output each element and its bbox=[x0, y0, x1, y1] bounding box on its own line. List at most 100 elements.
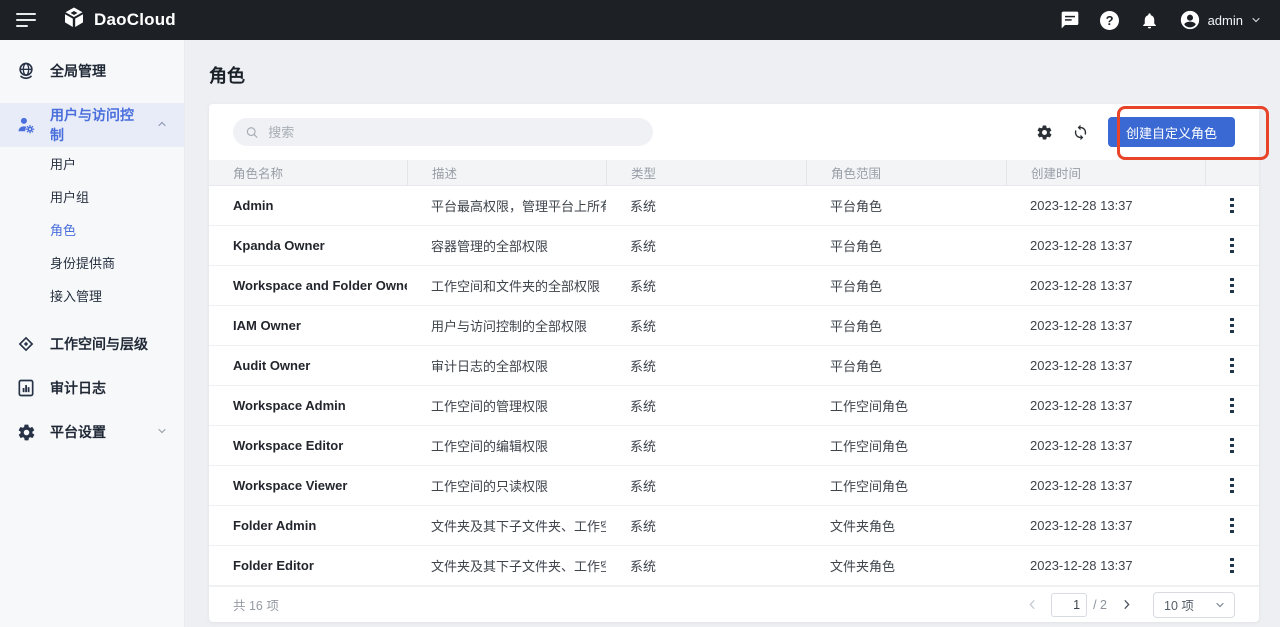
chevron-down-icon bbox=[1214, 599, 1226, 611]
menu-toggle-icon[interactable] bbox=[0, 0, 46, 40]
page-number-input[interactable] bbox=[1051, 593, 1087, 617]
row-actions-kebab-icon[interactable] bbox=[1224, 512, 1239, 539]
page-total-label: / 2 bbox=[1093, 598, 1107, 612]
table-row[interactable]: Workspace Editor 工作空间的编辑权限 系统 工作空间角色 202… bbox=[209, 426, 1259, 466]
user-gear-icon bbox=[16, 115, 36, 135]
cell-created: 2023-12-28 13:37 bbox=[1006, 386, 1205, 425]
cell-role-name: Workspace Editor bbox=[209, 426, 407, 465]
cell-description: 文件夹及其下子文件夹、工作空… bbox=[407, 506, 606, 545]
user-menu[interactable]: admin bbox=[1179, 9, 1262, 31]
page-size-value: 10 项 bbox=[1164, 595, 1194, 614]
column-header-type: 类型 bbox=[606, 160, 806, 185]
globe-icon bbox=[16, 61, 36, 81]
sidebar-item-user-groups[interactable]: 用户组 bbox=[0, 180, 184, 213]
user-name: admin bbox=[1208, 13, 1243, 28]
workspace-diamond-icon bbox=[16, 334, 36, 354]
cell-created: 2023-12-28 13:37 bbox=[1006, 226, 1205, 265]
cell-type: 系统 bbox=[606, 386, 806, 425]
column-header-scope: 角色范围 bbox=[806, 160, 1006, 185]
row-actions-kebab-icon[interactable] bbox=[1224, 472, 1239, 499]
row-actions-kebab-icon[interactable] bbox=[1224, 272, 1239, 299]
cell-scope: 文件夹角色 bbox=[806, 546, 1006, 585]
daocloud-logo-icon bbox=[62, 6, 86, 35]
cell-created: 2023-12-28 13:37 bbox=[1006, 426, 1205, 465]
row-actions-kebab-icon[interactable] bbox=[1224, 352, 1239, 379]
sidebar-item-platform-settings[interactable]: 平台设置 bbox=[0, 410, 184, 454]
cell-created: 2023-12-28 13:37 bbox=[1006, 466, 1205, 505]
cell-created: 2023-12-28 13:37 bbox=[1006, 306, 1205, 345]
search-box[interactable] bbox=[233, 118, 653, 146]
table-row[interactable]: Audit Owner 审计日志的全部权限 系统 平台角色 2023-12-28… bbox=[209, 346, 1259, 386]
cell-scope: 平台角色 bbox=[806, 226, 1006, 265]
cell-role-name: Workspace Admin bbox=[209, 386, 407, 425]
help-icon[interactable]: ? bbox=[1099, 9, 1121, 31]
column-header-created: 创建时间 bbox=[1006, 160, 1205, 185]
table-row[interactable]: Workspace Admin 工作空间的管理权限 系统 工作空间角色 2023… bbox=[209, 386, 1259, 426]
cell-description: 平台最高权限，管理平台上所有… bbox=[407, 186, 606, 225]
brand: DaoCloud bbox=[62, 6, 176, 35]
message-icon[interactable] bbox=[1059, 9, 1081, 31]
notification-bell-icon[interactable] bbox=[1139, 9, 1161, 31]
row-actions-kebab-icon[interactable] bbox=[1224, 552, 1239, 579]
cell-created: 2023-12-28 13:37 bbox=[1006, 546, 1205, 585]
cell-role-name: Kpanda Owner bbox=[209, 226, 407, 265]
table-row[interactable]: Workspace Viewer 工作空间的只读权限 系统 工作空间角色 202… bbox=[209, 466, 1259, 506]
column-header-description: 描述 bbox=[407, 160, 606, 185]
chevron-down-icon bbox=[156, 424, 168, 440]
next-page-icon[interactable] bbox=[1117, 596, 1135, 614]
cell-scope: 工作空间角色 bbox=[806, 426, 1006, 465]
cell-type: 系统 bbox=[606, 186, 806, 225]
table-row[interactable]: IAM Owner 用户与访问控制的全部权限 系统 平台角色 2023-12-2… bbox=[209, 306, 1259, 346]
page-size-select[interactable]: 10 项 bbox=[1153, 592, 1235, 618]
sidebar-item-roles[interactable]: 角色 bbox=[0, 213, 184, 246]
row-actions-kebab-icon[interactable] bbox=[1224, 392, 1239, 419]
cell-scope: 平台角色 bbox=[806, 266, 1006, 305]
total-count-label: 共 16 项 bbox=[233, 595, 279, 614]
row-actions-kebab-icon[interactable] bbox=[1224, 432, 1239, 459]
chevron-down-icon bbox=[1250, 14, 1262, 26]
cell-description: 用户与访问控制的全部权限 bbox=[407, 306, 606, 345]
cell-description: 工作空间的管理权限 bbox=[407, 386, 606, 425]
row-actions-kebab-icon[interactable] bbox=[1224, 232, 1239, 259]
cell-description: 审计日志的全部权限 bbox=[407, 346, 606, 385]
table-row[interactable]: Admin 平台最高权限，管理平台上所有… 系统 平台角色 2023-12-28… bbox=[209, 186, 1259, 226]
cell-created: 2023-12-28 13:37 bbox=[1006, 266, 1205, 305]
sidebar-item-identity-providers[interactable]: 身份提供商 bbox=[0, 246, 184, 279]
cell-scope: 平台角色 bbox=[806, 346, 1006, 385]
cell-scope: 平台角色 bbox=[806, 186, 1006, 225]
sidebar-item-label: 全局管理 bbox=[50, 61, 106, 81]
sidebar-item-label: 工作空间与层级 bbox=[50, 334, 148, 354]
sidebar-item-audit-logs[interactable]: 审计日志 bbox=[0, 366, 184, 410]
sidebar-item-users[interactable]: 用户 bbox=[0, 147, 184, 180]
cell-scope: 工作空间角色 bbox=[806, 386, 1006, 425]
chevron-up-icon bbox=[156, 117, 168, 133]
sidebar-item-iam[interactable]: 用户与访问控制 bbox=[0, 103, 184, 147]
table-row[interactable]: Workspace and Folder Owner 工作空间和文件夹的全部权限… bbox=[209, 266, 1259, 306]
cell-type: 系统 bbox=[606, 226, 806, 265]
sidebar-item-access-management[interactable]: 接入管理 bbox=[0, 279, 184, 312]
row-actions-kebab-icon[interactable] bbox=[1224, 192, 1239, 219]
cell-role-name: Audit Owner bbox=[209, 346, 407, 385]
sidebar-item-global-management[interactable]: 全局管理 bbox=[0, 49, 184, 93]
sidebar: 全局管理 用户与访问控制 用户 用户组 角色 身份提供商 接入管理 工作空间与层… bbox=[0, 40, 185, 627]
create-custom-role-button[interactable]: 创建自定义角色 bbox=[1108, 117, 1235, 147]
cell-type: 系统 bbox=[606, 466, 806, 505]
cell-type: 系统 bbox=[606, 546, 806, 585]
table-row[interactable]: Kpanda Owner 容器管理的全部权限 系统 平台角色 2023-12-2… bbox=[209, 226, 1259, 266]
brand-name: DaoCloud bbox=[94, 10, 176, 30]
audit-log-icon bbox=[16, 378, 36, 398]
sidebar-item-workspace-hierarchy[interactable]: 工作空间与层级 bbox=[0, 322, 184, 366]
search-input[interactable] bbox=[266, 124, 641, 141]
roles-card: 创建自定义角色 角色名称 描述 类型 角色范围 创建时间 Admin 平台最高权… bbox=[209, 104, 1259, 622]
cell-role-name: Workspace Viewer bbox=[209, 466, 407, 505]
table-row[interactable]: Folder Editor 文件夹及其下子文件夹、工作空… 系统 文件夹角色 2… bbox=[209, 546, 1259, 586]
prev-page-icon[interactable] bbox=[1023, 596, 1041, 614]
table-row[interactable]: Folder Admin 文件夹及其下子文件夹、工作空… 系统 文件夹角色 20… bbox=[209, 506, 1259, 546]
pagination: / 2 10 项 bbox=[1023, 592, 1235, 618]
row-actions-kebab-icon[interactable] bbox=[1224, 312, 1239, 339]
cell-description: 工作空间的编辑权限 bbox=[407, 426, 606, 465]
refresh-icon[interactable] bbox=[1072, 123, 1090, 141]
main-content: 角色 创建自定义角色 bbox=[185, 40, 1280, 627]
column-settings-gear-icon[interactable] bbox=[1036, 123, 1054, 141]
cell-role-name: IAM Owner bbox=[209, 306, 407, 345]
